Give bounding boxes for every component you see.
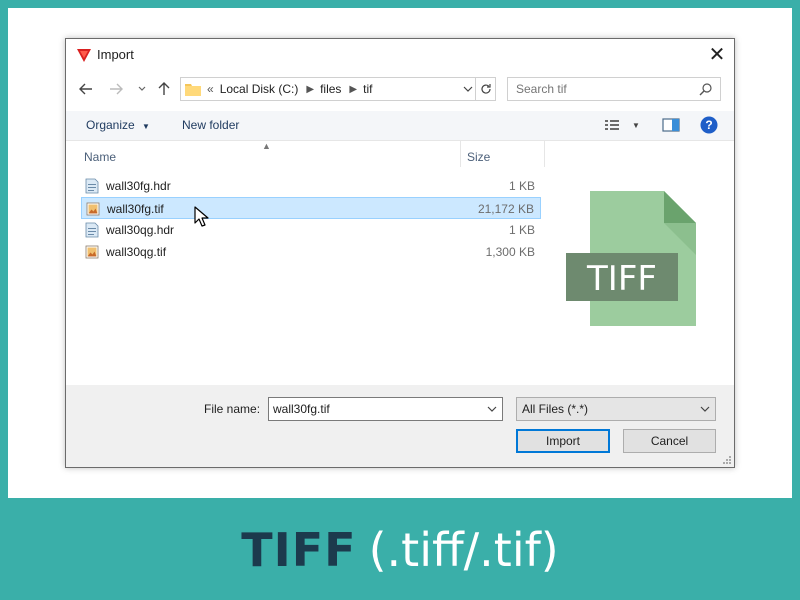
file-type-value: All Files (*.*) [522, 402, 589, 416]
file-row[interactable]: wall30qg.tif 1,300 KB [81, 241, 541, 263]
breadcrumb-files[interactable]: files [320, 82, 341, 96]
search-icon [699, 83, 712, 96]
organize-label: Organize [86, 118, 135, 132]
recent-locations-button[interactable] [132, 79, 152, 99]
file-name: wall30qg.tif [106, 245, 167, 259]
arrow-up-icon [158, 82, 170, 95]
arrow-left-icon [79, 83, 92, 95]
organize-button[interactable]: Organize ▼ [86, 118, 150, 132]
address-dropdown-button[interactable] [461, 82, 475, 96]
file-name: wall30fg.tif [107, 202, 164, 216]
sort-ascending-icon: ▲ [262, 141, 271, 151]
breadcrumb-local-disk[interactable]: Local Disk (C:) [220, 82, 299, 96]
chevron-down-icon [463, 86, 473, 92]
chevron-right-icon: ▶ [306, 83, 315, 95]
search-input[interactable] [516, 82, 686, 96]
chevron-down-icon [700, 406, 710, 412]
hdr-file-icon [85, 222, 99, 238]
up-button[interactable] [154, 79, 174, 99]
import-button[interactable]: Import [516, 429, 610, 453]
view-options-dropdown[interactable]: ▼ [632, 121, 640, 130]
column-header-size[interactable]: Size [467, 150, 490, 164]
folder-icon [185, 84, 201, 96]
caption-extensions: (.tiff/.tif) [368, 523, 559, 577]
breadcrumb-overflow[interactable]: « [207, 82, 214, 96]
refresh-icon [480, 84, 491, 94]
navigation-bar: « Local Disk (C:) ▶ files ▶ tif [66, 75, 734, 103]
column-divider[interactable] [544, 141, 545, 167]
search-box[interactable] [507, 77, 721, 101]
chevron-down-icon [138, 86, 146, 91]
chevron-down-icon[interactable] [486, 403, 498, 415]
cancel-button[interactable]: Cancel [623, 429, 716, 453]
import-dialog: Import ✕ « Local Disk (C:) ▶ files ▶ tif… [65, 38, 735, 468]
tif-file-icon [86, 202, 100, 216]
file-name-label: File name: [204, 402, 261, 416]
file-name-combobox[interactable] [268, 397, 503, 421]
view-details-icon[interactable] [604, 117, 622, 133]
caption-banner: TIFF (.tiff/.tif) [0, 505, 800, 600]
file-row[interactable]: wall30qg.hdr 1 KB [81, 219, 541, 241]
file-name: wall30fg.hdr [106, 179, 171, 193]
caret-down-icon: ▼ [142, 122, 150, 131]
command-toolbar: Organize ▼ New folder ▼ ? [66, 111, 734, 141]
file-row-selected[interactable]: wall30fg.tif 21,172 KB [81, 197, 541, 219]
file-size: 1,300 KB [485, 245, 535, 259]
file-type-select[interactable]: All Files (*.*) [516, 397, 716, 421]
svg-text:?: ? [705, 118, 712, 132]
title-bar: Import ✕ [66, 39, 734, 69]
help-icon[interactable]: ? [700, 116, 718, 134]
caption-format: TIFF [241, 523, 357, 577]
back-button[interactable] [76, 79, 96, 99]
dialog-footer: File name: All Files (*.*) Import Cancel [66, 385, 734, 467]
tif-file-icon [85, 245, 99, 259]
file-size: 21,172 KB [477, 202, 534, 216]
tiff-document-icon: TIFF [566, 191, 696, 326]
forward-button[interactable] [106, 79, 126, 99]
close-icon: ✕ [708, 43, 726, 66]
breadcrumb-tif[interactable]: tif [363, 82, 372, 96]
address-bar[interactable]: « Local Disk (C:) ▶ files ▶ tif [180, 77, 496, 101]
close-button[interactable]: ✕ [700, 39, 734, 69]
arrow-right-icon [110, 83, 123, 95]
file-size: 1 KB [508, 179, 535, 193]
file-row[interactable]: wall30fg.hdr 1 KB [81, 175, 541, 197]
file-size: 1 KB [508, 223, 535, 237]
resize-grip-icon[interactable] [722, 455, 732, 465]
dialog-title: Import [97, 47, 134, 62]
mouse-pointer-icon [194, 206, 209, 227]
caption-line: TIFF (.tiff/.tif) [241, 523, 559, 577]
chevron-right-icon: ▶ [349, 83, 358, 95]
hdr-file-icon [85, 178, 99, 194]
column-divider[interactable] [460, 141, 461, 167]
preview-pane-icon[interactable] [662, 117, 680, 133]
file-name-input[interactable] [273, 402, 473, 416]
column-header-name[interactable]: Name [84, 150, 116, 164]
file-name: wall30qg.hdr [106, 223, 175, 237]
preview-label: TIFF [586, 259, 657, 299]
app-logo-icon [77, 49, 91, 62]
refresh-button[interactable] [475, 78, 495, 100]
new-folder-button[interactable]: New folder [182, 118, 239, 132]
